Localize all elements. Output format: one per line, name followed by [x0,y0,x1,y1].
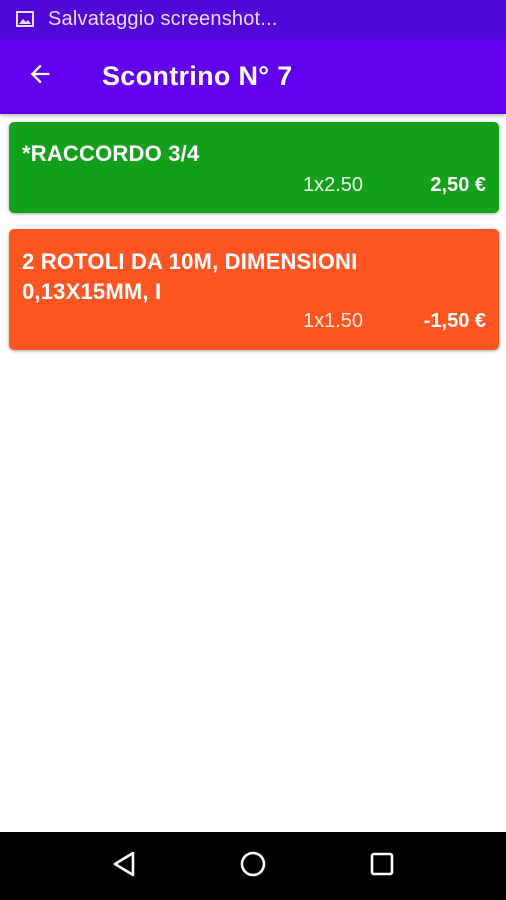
triangle-back-icon [111,850,137,883]
item-total: -1,50 € [423,310,486,332]
receipt-item[interactable]: 2 ROTOLI DA 10M, DIMENSIONI 0,13X15MM, I… [9,229,499,350]
item-quantity-price: 1x2.50 [303,174,364,196]
nav-home-button[interactable] [223,836,283,896]
system-nav-bar [0,832,506,900]
back-button[interactable] [14,50,66,102]
nav-back-button[interactable] [94,836,154,896]
app-bar: Scontrino N° 7 [0,38,506,114]
square-recents-icon [369,851,395,882]
item-total: 2,50 € [430,174,486,196]
item-quantity-price: 1x1.50 [303,310,364,332]
notification-text: Salvataggio screenshot... [48,7,278,30]
status-bar: Salvataggio screenshot... [0,0,506,38]
page-title: Scontrino N° 7 [102,60,293,91]
image-icon [16,11,34,27]
item-name: *RACCORDO 3/4 [22,141,200,166]
circle-home-icon [239,850,267,883]
receipt-item[interactable]: *RACCORDO 3/4 1x2.50 2,50 € [9,122,499,213]
arrow-back-icon [26,60,54,93]
nav-recents-button[interactable] [352,836,412,896]
item-name: 2 ROTOLI DA 10M, DIMENSIONI 0,13X15MM, I [22,249,358,304]
